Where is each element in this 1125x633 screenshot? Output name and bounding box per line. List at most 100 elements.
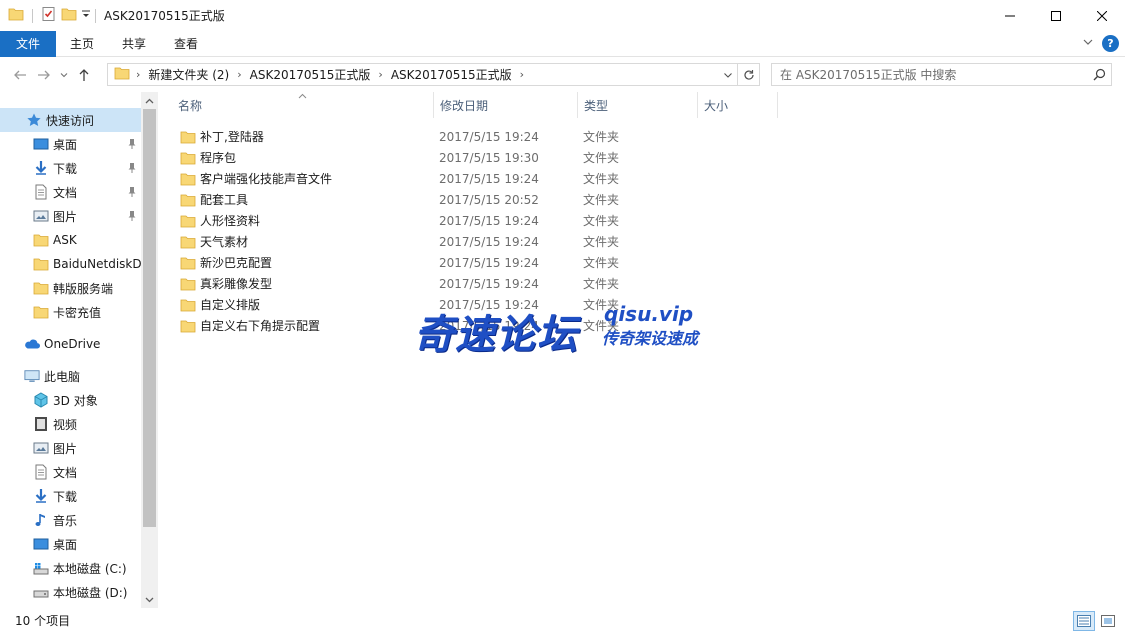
nav-item[interactable]: 图片 [0, 436, 141, 460]
breadcrumb-separator-icon[interactable]: › [376, 68, 384, 81]
tab-file[interactable]: 文件 [0, 30, 57, 57]
pin-icon[interactable] [127, 210, 137, 225]
up-button[interactable] [74, 65, 94, 85]
file-type: 文件夹 [583, 277, 620, 291]
scrollbar-thumb[interactable] [143, 109, 156, 527]
nav-item[interactable]: 桌面 [0, 532, 141, 556]
nav-item[interactable]: 文档 [0, 180, 141, 204]
column-header-size[interactable]: 大小 [698, 92, 778, 118]
nav-item-label: 下载 [53, 161, 78, 176]
expand-ribbon-icon[interactable] [1082, 36, 1094, 51]
maximize-icon [1051, 10, 1061, 21]
folder-icon [180, 234, 196, 250]
file-name-cell: 人形怪资料 [158, 212, 418, 229]
nav-item-label: 音乐 [53, 513, 78, 528]
file-name-cell: 自定义右下角提示配置 [158, 317, 418, 334]
help-icon[interactable]: ? [1102, 35, 1119, 52]
folder-icon [180, 150, 196, 166]
pin-icon[interactable] [127, 186, 137, 201]
nav-item[interactable]: 图片 [0, 204, 141, 228]
tab-view[interactable]: 查看 [160, 31, 212, 57]
large-icons-view-button[interactable] [1097, 611, 1119, 631]
nav-item-quick-access[interactable]: 快速访问 [0, 108, 141, 132]
close-button[interactable] [1079, 0, 1125, 31]
nav-item[interactable]: 韩版服务端 [0, 276, 141, 300]
folder-icon [33, 280, 49, 296]
nav-item[interactable]: 卡密充值 [0, 300, 141, 324]
file-type: 文件夹 [583, 256, 620, 270]
maximize-button[interactable] [1033, 0, 1079, 31]
nav-item[interactable]: 本地磁盘 (D:) [0, 580, 141, 604]
address-bar[interactable]: › 新建文件夹 (2) › ASK20170515正式版 › ASK201705… [107, 63, 760, 86]
window-title: ASK20170515正式版 [104, 9, 225, 23]
download-icon [33, 160, 49, 176]
refresh-button[interactable] [737, 64, 759, 85]
nav-item[interactable]: ASK [0, 228, 141, 252]
back-button[interactable] [10, 65, 30, 85]
nav-item-label: 图片 [53, 209, 78, 224]
breadcrumb-item[interactable]: ASK20170515正式版 [244, 66, 377, 83]
new-folder-icon[interactable] [61, 6, 77, 25]
file-row[interactable]: 人形怪资料 2017/5/15 19:24 文件夹 [158, 210, 778, 231]
file-type: 文件夹 [583, 172, 620, 186]
file-row[interactable]: 真彩雕像发型 2017/5/15 19:24 文件夹 [158, 273, 778, 294]
file-date: 2017/5/15 19:24 [439, 213, 539, 228]
nav-item[interactable]: 桌面 [0, 132, 141, 156]
minimize-button[interactable] [987, 0, 1033, 31]
breadcrumb-separator-icon[interactable]: › [518, 68, 526, 81]
file-name-cell: 新沙巴克配置 [158, 254, 418, 271]
file-row[interactable]: 配套工具 2017/5/15 20:52 文件夹 [158, 189, 778, 210]
column-header-type[interactable]: 类型 [578, 92, 698, 118]
tab-home[interactable]: 主页 [56, 31, 108, 57]
address-history-dropdown[interactable] [719, 64, 737, 85]
details-view-button[interactable] [1073, 611, 1095, 631]
pin-icon[interactable] [127, 162, 137, 177]
file-row[interactable]: 补丁,登陆器 2017/5/15 19:24 文件夹 [158, 126, 778, 147]
nav-item-this-pc[interactable]: 此电脑 [0, 364, 141, 388]
arrow-up-icon [79, 68, 89, 81]
customize-dropdown-icon[interactable] [81, 6, 91, 25]
search-box[interactable] [771, 63, 1112, 86]
nav-item[interactable]: 视频 [0, 412, 141, 436]
watermark-subtitle: 传奇架设速成 [602, 329, 699, 348]
refresh-icon [743, 69, 754, 80]
nav-item[interactable]: 下载 [0, 484, 141, 508]
nav-scrollbar[interactable] [141, 92, 158, 608]
breadcrumb-item[interactable]: 新建文件夹 (2) [142, 66, 235, 83]
folder-icon [180, 297, 196, 313]
watermark-logo: 奇速论坛 qisu.vip 传奇架设速成 [414, 300, 714, 358]
nav-item[interactable]: 下载 [0, 156, 141, 180]
column-header-name[interactable]: 名称 [158, 92, 434, 118]
search-input[interactable] [780, 67, 1087, 82]
file-row[interactable]: 客户端强化技能声音文件 2017/5/15 19:24 文件夹 [158, 168, 778, 189]
scroll-up-icon[interactable] [141, 92, 158, 109]
nav-item[interactable]: 音乐 [0, 508, 141, 532]
nav-item-onedrive[interactable]: OneDrive [0, 332, 141, 356]
file-row[interactable]: 天气素材 2017/5/15 19:24 文件夹 [158, 231, 778, 252]
download-icon [33, 488, 49, 504]
folder-icon [180, 129, 196, 145]
file-date: 2017/5/15 19:24 [439, 234, 539, 249]
tab-share[interactable]: 共享 [108, 31, 160, 57]
nav-item[interactable]: BaiduNetdiskD [0, 252, 141, 276]
breadcrumb-item[interactable]: ASK20170515正式版 [385, 66, 518, 83]
title-bar: ASK20170515正式版 [0, 0, 1125, 31]
recent-locations-button[interactable] [58, 65, 70, 85]
properties-icon[interactable] [41, 6, 57, 25]
nav-item[interactable]: 文档 [0, 460, 141, 484]
nav-item-label: 本地磁盘 (C:) [53, 561, 127, 576]
scroll-down-icon[interactable] [141, 591, 158, 608]
nav-item[interactable]: 本地磁盘 (C:) [0, 556, 141, 580]
file-row[interactable]: 新沙巴克配置 2017/5/15 19:24 文件夹 [158, 252, 778, 273]
breadcrumb-separator-icon[interactable]: › [235, 68, 243, 81]
column-header-date[interactable]: 修改日期 [434, 92, 578, 118]
breadcrumb-separator-icon[interactable]: › [134, 68, 142, 81]
file-row[interactable]: 程序包 2017/5/15 19:30 文件夹 [158, 147, 778, 168]
file-name: 自定义排版 [200, 298, 261, 312]
drive-icon [33, 584, 49, 600]
search-icon[interactable] [1087, 68, 1111, 81]
forward-button[interactable] [34, 65, 54, 85]
nav-item[interactable]: 3D 对象 [0, 388, 141, 412]
pin-icon[interactable] [127, 138, 137, 153]
nav-item-label: 图片 [53, 441, 78, 456]
